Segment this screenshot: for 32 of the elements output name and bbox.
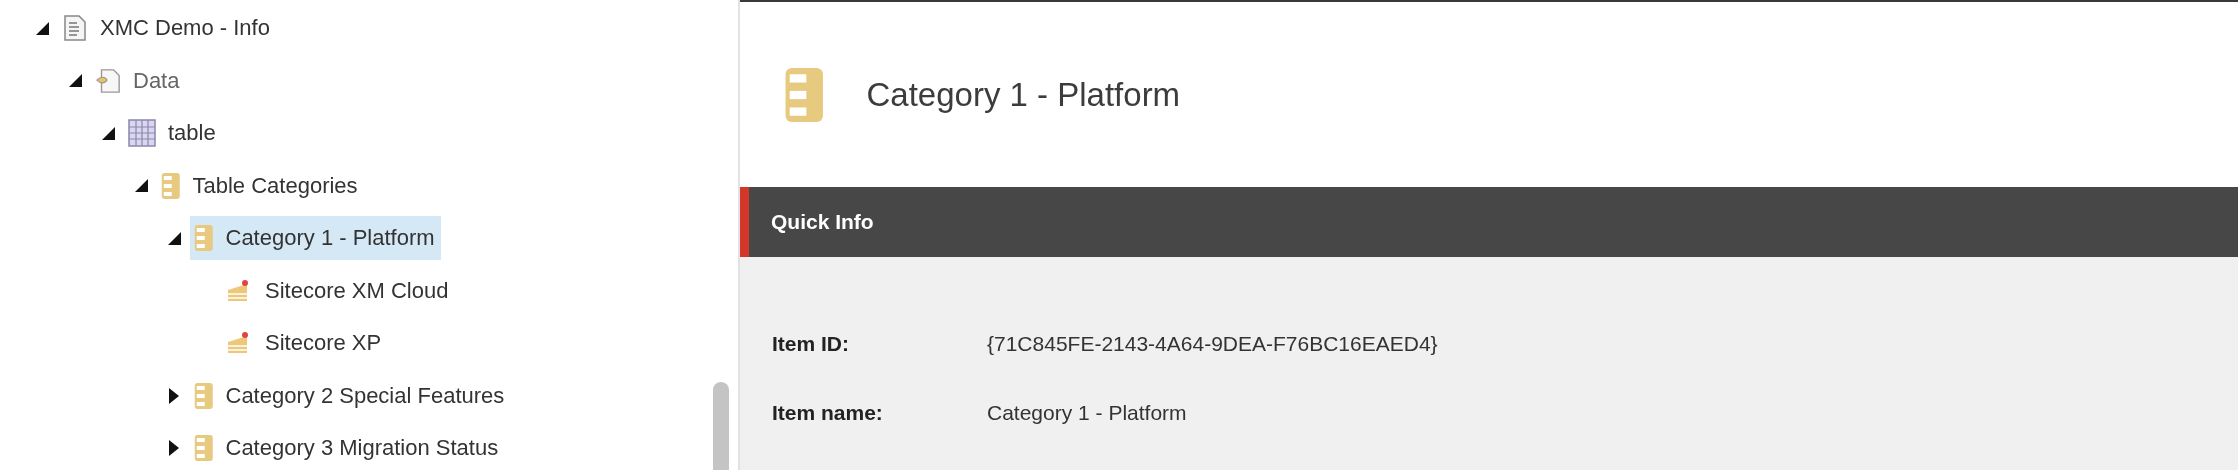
scrollbar-thumb[interactable] [713, 382, 729, 470]
tree-item[interactable]: Sitecore XP [223, 321, 388, 366]
document-icon [62, 15, 88, 42]
expanded-arrow-icon[interactable] [68, 74, 82, 88]
field-value: Category 1 - Platform [987, 400, 1188, 425]
tree-item[interactable]: Data [91, 58, 186, 103]
stack-icon [194, 435, 214, 462]
collapsed-arrow-icon[interactable] [169, 440, 179, 457]
data-document-icon [95, 67, 121, 94]
stack-icon [161, 172, 181, 199]
expanded-arrow-icon[interactable] [167, 231, 181, 245]
section-title: Quick Info [771, 210, 874, 234]
expanded-arrow-icon[interactable] [134, 179, 148, 193]
tree-item[interactable]: table [124, 111, 222, 156]
section-header[interactable]: Quick Info [740, 187, 2238, 257]
item-title: Category 1 - Platform [866, 75, 1181, 114]
tree-item[interactable]: Category 3 Migration Status [190, 426, 505, 470]
tree-item[interactable]: Sitecore XM Cloud [223, 268, 455, 313]
stack-icon [194, 225, 214, 252]
table-grid-icon [128, 119, 156, 148]
stack-icon [784, 67, 825, 122]
field-value: {71C845FE-2143-4A64-9DEA-F76BC16EAED4} [987, 331, 1438, 356]
tree-item[interactable]: Category 2 Special Features [190, 373, 511, 418]
stack-icon [194, 382, 214, 409]
expanded-arrow-icon[interactable] [35, 21, 49, 35]
tree-item[interactable]: Category 1 - Platform [190, 216, 441, 261]
tree-item[interactable]: Table Categories [157, 163, 364, 208]
collapsed-arrow-icon[interactable] [169, 387, 179, 404]
field-label: Item ID: [772, 331, 850, 356]
field-label: Item name: [772, 400, 884, 425]
tree-item[interactable]: XMC Demo - Info [58, 6, 276, 51]
expanded-arrow-icon[interactable] [101, 126, 115, 140]
